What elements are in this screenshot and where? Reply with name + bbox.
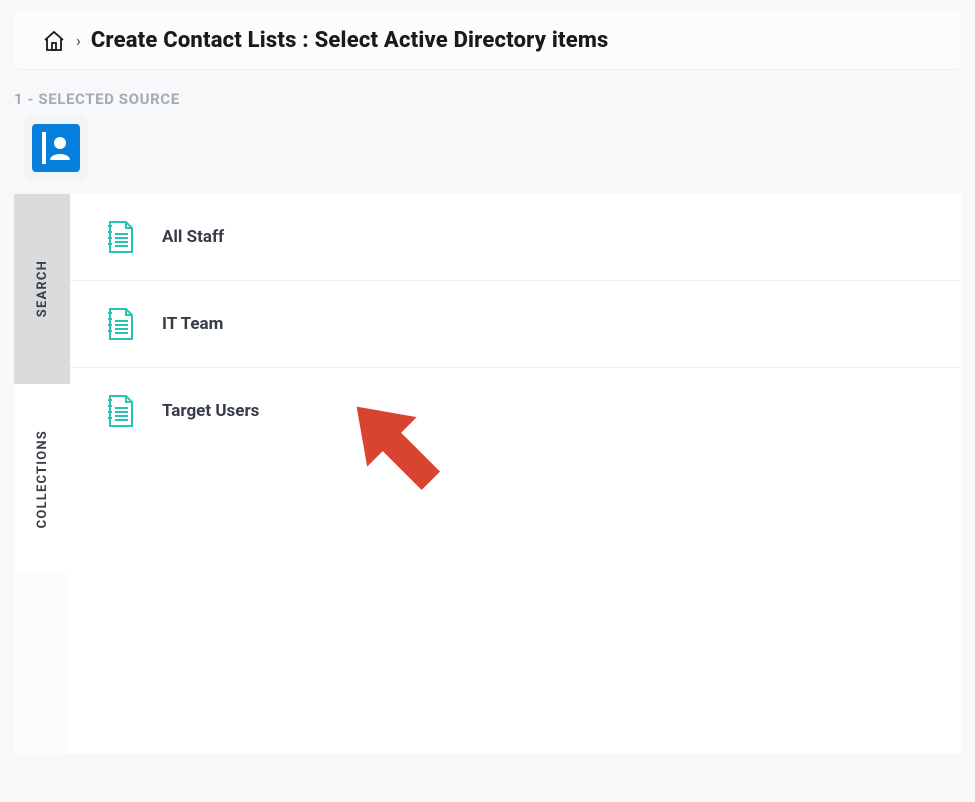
list-item-label: All Staff [162,227,224,247]
tab-collections[interactable]: COLLECTIONS [14,384,70,574]
tab-search-label: SEARCH [35,260,50,317]
document-icon [106,220,136,254]
breadcrumb: › Create Contact Lists : Select Active D… [14,10,961,70]
list-item[interactable]: Target Users [70,368,961,454]
side-tabs: SEARCH COLLECTIONS [14,194,70,754]
collection-list: All Staff IT Team [70,194,961,754]
list-item-label: IT Team [162,314,223,334]
page-title: Create Contact Lists : Select Active Dir… [91,28,609,53]
list-item[interactable]: All Staff [70,194,961,281]
selected-source-card[interactable] [24,116,88,180]
contact-book-icon [32,124,80,172]
document-icon [106,394,136,428]
list-item[interactable]: IT Team [70,281,961,368]
chevron-right-icon: › [76,31,81,50]
workspace: SEARCH COLLECTIONS [14,194,961,754]
home-icon[interactable] [42,29,66,53]
tab-search[interactable]: SEARCH [14,194,70,384]
list-item-label: Target Users [162,401,259,421]
tab-collections-label: COLLECTIONS [35,430,50,528]
step-label: 1 - SELECTED SOURCE [14,90,975,108]
document-icon [106,307,136,341]
